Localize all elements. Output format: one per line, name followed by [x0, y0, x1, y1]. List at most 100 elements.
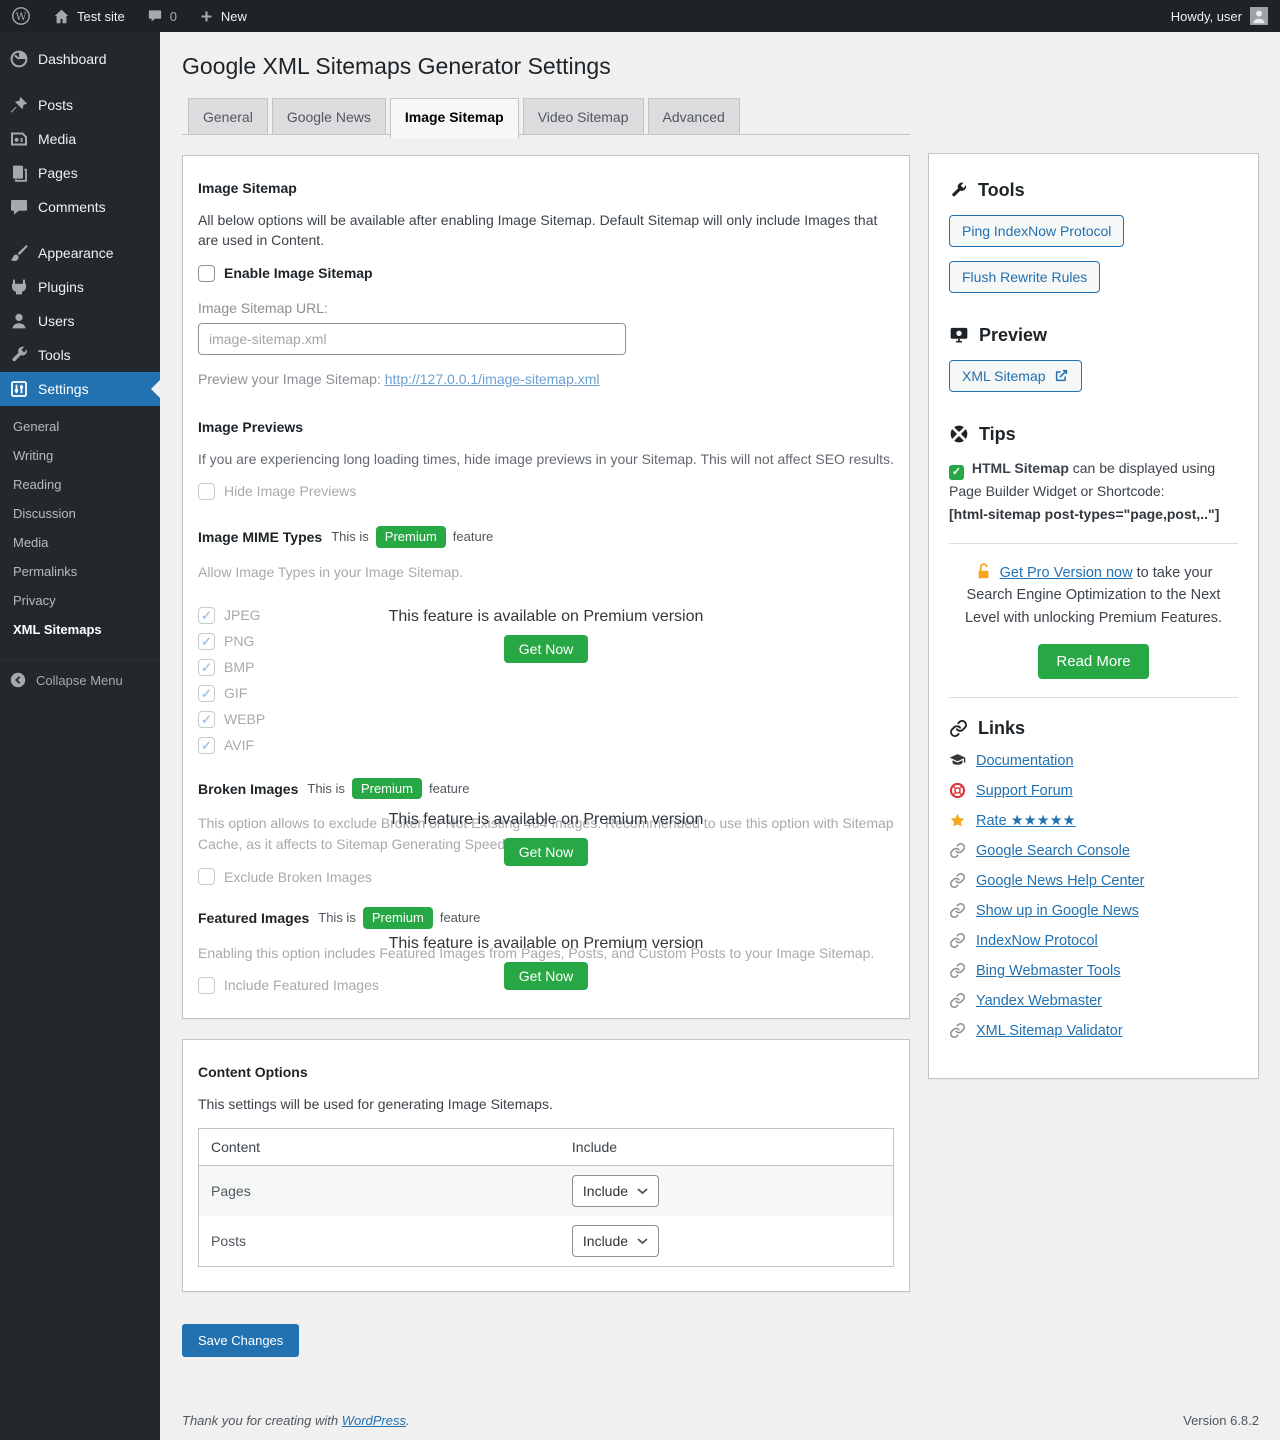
sidebar-item-label: Settings [38, 381, 89, 397]
sidebar-item-pages[interactable]: Pages [0, 156, 160, 190]
link-icon [949, 992, 966, 1009]
sidebar-item-posts[interactable]: Posts [0, 88, 160, 122]
table-row-posts: Posts Include [199, 1216, 894, 1267]
pages-include-select[interactable]: Include [572, 1175, 659, 1207]
mime-avif-label: AVIF [224, 737, 254, 753]
pro-version-block: Get Pro Version now to take your Search … [949, 562, 1238, 679]
select-value: Include [583, 1183, 628, 1199]
ping-indexnow-button[interactable]: Ping IndexNow Protocol [949, 215, 1124, 247]
show-up-google-news-link[interactable]: Show up in Google News [976, 903, 1139, 919]
premium-overlay-text: This feature is available on Premium ver… [198, 608, 894, 626]
premium-overlay-text: This feature is available on Premium ver… [198, 811, 894, 829]
save-changes-button[interactable]: Save Changes [182, 1324, 299, 1357]
xml-sitemap-preview-button[interactable]: XML Sitemap [949, 360, 1082, 392]
get-pro-version-link[interactable]: Get Pro Version now [1000, 565, 1133, 581]
wordpress-link[interactable]: WordPress [342, 1413, 406, 1428]
content-options-description: This settings will be used for generatin… [198, 1094, 894, 1114]
submenu-item-reading[interactable]: Reading [0, 470, 160, 499]
admin-footer: Thank you for creating with WordPress. V… [182, 1413, 1259, 1440]
enable-image-sitemap-checkbox[interactable] [198, 265, 215, 282]
admin-sidebar: Dashboard Posts Media Pages Comments App… [0, 32, 160, 1440]
sidebar-item-label: Dashboard [38, 51, 107, 67]
tab-google-news[interactable]: Google News [272, 98, 386, 135]
get-now-button[interactable]: Get Now [504, 635, 588, 663]
tab-advanced[interactable]: Advanced [648, 98, 740, 135]
content-options-table: Content Include Pages Include [198, 1128, 894, 1267]
tab-video-sitemap[interactable]: Video Sitemap [523, 98, 644, 135]
sidebar-item-users[interactable]: Users [0, 304, 160, 338]
premium-overlay-text: This feature is available on Premium ver… [198, 935, 894, 953]
tab-image-sitemap[interactable]: Image Sitemap [390, 98, 519, 139]
chain-link-icon [949, 719, 968, 738]
sidebar-item-plugins[interactable]: Plugins [0, 270, 160, 304]
settings-icon [9, 379, 29, 399]
mime-type-row: GIF [198, 685, 894, 702]
include-column-header: Include [560, 1129, 894, 1166]
premium-badge: Premium [352, 778, 422, 800]
tools-heading-row: Tools [949, 180, 1238, 201]
flush-rewrite-rules-button[interactable]: Flush Rewrite Rules [949, 261, 1100, 293]
content-options-heading: Content Options [198, 1056, 894, 1088]
comments-pending-link[interactable]: 0 [136, 0, 188, 32]
mime-gif-label: GIF [224, 685, 247, 701]
footer-period: . [406, 1413, 410, 1428]
tips-text: ✓ HTML Sitemap can be displayed using Pa… [949, 457, 1238, 525]
get-now-button[interactable]: Get Now [504, 838, 588, 866]
preview-sitemap-link[interactable]: http://127.0.0.1/image-sitemap.xml [385, 371, 600, 387]
submenu-item-permalinks[interactable]: Permalinks [0, 557, 160, 586]
wordpress-logo-menu[interactable]: W [0, 0, 42, 32]
posts-include-select[interactable]: Include [572, 1225, 659, 1257]
documentation-link[interactable]: Documentation [976, 753, 1074, 769]
tips-heading-row: Tips [949, 424, 1238, 445]
account-menu[interactable]: Howdy, user [1159, 0, 1280, 32]
read-more-button[interactable]: Read More [1038, 644, 1148, 679]
premium-badge: Premium [363, 907, 433, 929]
submenu-item-media[interactable]: Media [0, 528, 160, 557]
submenu-item-xml-sitemaps[interactable]: XML Sitemaps [0, 615, 160, 644]
star-icon [949, 812, 966, 829]
tab-general[interactable]: General [188, 98, 268, 135]
exclude-broken-images-checkbox [198, 868, 215, 885]
bing-webmaster-link[interactable]: Bing Webmaster Tools [976, 963, 1121, 979]
indexnow-protocol-link[interactable]: IndexNow Protocol [976, 933, 1098, 949]
site-name-link[interactable]: Test site [42, 0, 136, 32]
link-icon [949, 932, 966, 949]
svg-text:W: W [16, 11, 27, 23]
submenu-item-general[interactable]: General [0, 412, 160, 441]
content-options-card: Content Options This settings will be us… [182, 1039, 910, 1292]
google-search-console-link[interactable]: Google Search Console [976, 843, 1130, 859]
link-icon [949, 842, 966, 859]
sidebar-item-settings[interactable]: Settings [0, 372, 160, 406]
submenu-item-privacy[interactable]: Privacy [0, 586, 160, 615]
sidebar-item-dashboard[interactable]: Dashboard [0, 42, 160, 76]
link-item-rate: Rate ★★★★★ [949, 812, 1238, 829]
sidebar-item-tools[interactable]: Tools [0, 338, 160, 372]
new-content-link[interactable]: New [188, 0, 258, 32]
rate-link[interactable]: Rate ★★★★★ [976, 813, 1076, 829]
premium-note-suffix: feature [440, 910, 480, 925]
link-icon [949, 902, 966, 919]
google-news-help-link[interactable]: Google News Help Center [976, 873, 1144, 889]
xml-sitemap-validator-link[interactable]: XML Sitemap Validator [976, 1023, 1123, 1039]
table-row-pages: Pages Include [199, 1166, 894, 1217]
submenu-item-discussion[interactable]: Discussion [0, 499, 160, 528]
mime-gif-checkbox [198, 685, 215, 702]
support-forum-link[interactable]: Support Forum [976, 783, 1073, 799]
get-now-button[interactable]: Get Now [504, 962, 588, 990]
sidebar-item-appearance[interactable]: Appearance [0, 236, 160, 270]
footer-version: Version 6.8.2 [1183, 1413, 1259, 1428]
yandex-webmaster-link[interactable]: Yandex Webmaster [976, 993, 1102, 1009]
sidebar-item-media[interactable]: Media [0, 122, 160, 156]
submenu-item-writing[interactable]: Writing [0, 441, 160, 470]
collapse-menu-button[interactable]: Collapse Menu [0, 660, 160, 699]
image-sitemap-description: All below options will be available afte… [198, 210, 894, 251]
divider [949, 697, 1238, 698]
premium-note-prefix: This is [331, 529, 369, 544]
tip-shortcode: [html-sitemap post-types="page,post,.."] [949, 506, 1219, 522]
comment-count: 0 [170, 9, 177, 24]
image-sitemap-url-label: Image Sitemap URL: [198, 300, 894, 316]
sidebar-item-comments[interactable]: Comments [0, 190, 160, 224]
unlock-icon [975, 562, 992, 581]
plug-icon [9, 277, 29, 297]
wheel-icon [949, 424, 969, 444]
